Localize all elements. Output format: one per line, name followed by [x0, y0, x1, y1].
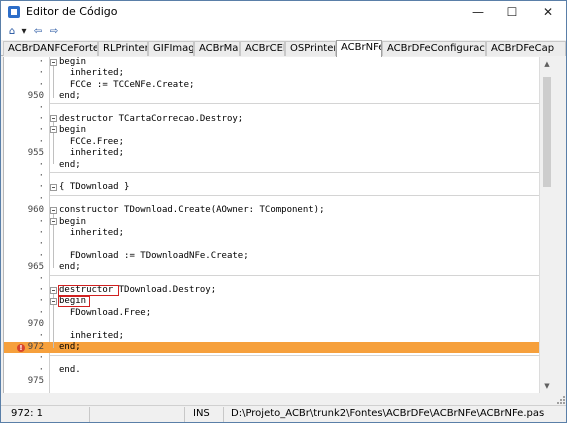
code-line[interactable]: 970 — [4, 319, 539, 330]
code-line[interactable]: 965 end; — [4, 262, 539, 273]
toolbar: ⌂ ▾ ⇦ ⇨ — [1, 23, 566, 40]
editor-window: Editor de Código — ☐ ✕ ⌂ ▾ ⇦ ⇨ ACBrDANFC… — [0, 0, 567, 423]
matched-keyword-highlight — [58, 285, 119, 296]
code-line[interactable]: · FCCe := TCCeNFe.Create; — [4, 80, 539, 91]
breakpoint-icon[interactable]: ! — [17, 344, 25, 352]
code-line[interactable]: · — [4, 171, 539, 182]
scroll-down-arrow-icon[interactable]: ▼ — [540, 379, 554, 393]
code-line[interactable]: · — [4, 103, 539, 114]
code-line[interactable]: · end; — [4, 160, 539, 171]
status-divider — [184, 407, 185, 422]
app-icon — [8, 6, 20, 18]
code-line[interactable]: · inherited; — [4, 228, 539, 239]
code-line[interactable]: · — [4, 353, 539, 364]
maximize-button[interactable]: ☐ — [497, 1, 527, 23]
back-icon[interactable]: ⇦ — [31, 24, 45, 38]
tab-acbrdfeconfiguracoes[interactable]: ACBrDFeConfiguracoes — [382, 41, 486, 56]
tab-acbrnfe[interactable]: ACBrNFe — [336, 40, 382, 57]
code-line[interactable]: · FCCe.Free; — [4, 137, 539, 148]
tab-osprinters[interactable]: OSPrinters — [285, 41, 336, 56]
code-line[interactable]: · — [4, 239, 539, 250]
tab-acbrmail[interactable]: ACBrMail — [194, 41, 240, 56]
code-line[interactable]: · inherited; — [4, 68, 539, 79]
code-line[interactable]: 960 constructor TDownload.Create(AOwner: … — [4, 205, 539, 216]
dropdown-arrow-icon[interactable]: ▾ — [17, 24, 31, 38]
scrollbar-thumb[interactable] — [543, 77, 551, 187]
tab-gifimage[interactable]: GIFImage — [148, 41, 194, 56]
code-line[interactable]: · FDownload := TDownloadNFe.Create; — [4, 251, 539, 262]
insert-mode: INS — [193, 408, 210, 419]
code-line[interactable]: · inherited; — [4, 331, 539, 342]
forward-icon[interactable]: ⇨ — [47, 24, 61, 38]
code-line[interactable]: · begin — [4, 125, 539, 136]
file-path: D:\Projeto_ACBr\trunk2\Fontes\ACBrDFe\AC… — [231, 408, 545, 419]
title-bar: Editor de Código — ☐ ✕ — [1, 1, 566, 23]
status-divider — [89, 407, 90, 422]
close-button[interactable]: ✕ — [533, 1, 563, 23]
code-line[interactable]: · — [4, 194, 539, 205]
code-line-current[interactable]: 972 end; — [4, 342, 539, 353]
code-line[interactable]: 975 — [4, 376, 539, 387]
status-divider — [223, 407, 224, 422]
file-tabs: ACBrDANFCeFortesFr RLPrinters GIFImage A… — [1, 40, 566, 57]
code-line[interactable]: ·{ TDownload } — [4, 182, 539, 193]
tab-acbrdanfcefortesfr[interactable]: ACBrDANFCeFortesFr — [3, 41, 98, 56]
code-line[interactable]: · end. — [4, 365, 539, 376]
code-line[interactable]: 955 inherited; — [4, 148, 539, 159]
status-bar: 972: 1 INS D:\Projeto_ACBr\trunk2\Fontes… — [1, 405, 566, 422]
code-line[interactable]: · FDownload.Free; — [4, 308, 539, 319]
code-line[interactable]: · begin — [4, 217, 539, 228]
code-line[interactable]: · destructor TCartaCorrecao.Destroy; — [4, 114, 539, 125]
scroll-up-arrow-icon[interactable]: ▲ — [540, 57, 554, 71]
code-line[interactable]: · — [4, 274, 539, 285]
tab-acbrdfecap[interactable]: ACBrDFeCap — [486, 41, 566, 56]
code-line[interactable]: 950 end; — [4, 91, 539, 102]
minimize-button[interactable]: — — [463, 1, 493, 23]
matched-keyword-highlight — [58, 296, 90, 307]
tab-rlprinters[interactable]: RLPrinters — [98, 41, 148, 56]
vertical-scrollbar[interactable]: ▲ ▼ — [539, 57, 553, 393]
window-title: Editor de Código — [26, 5, 118, 18]
tab-acbrcep[interactable]: ACBrCEP — [240, 41, 285, 56]
resize-grip-icon[interactable] — [554, 393, 566, 405]
code-editor[interactable]: · begin · inherited; · FCCe := TCCeNFe.Cr… — [3, 57, 539, 393]
code-line[interactable]: · begin — [4, 57, 539, 68]
cursor-position: 972: 1 — [11, 408, 43, 419]
